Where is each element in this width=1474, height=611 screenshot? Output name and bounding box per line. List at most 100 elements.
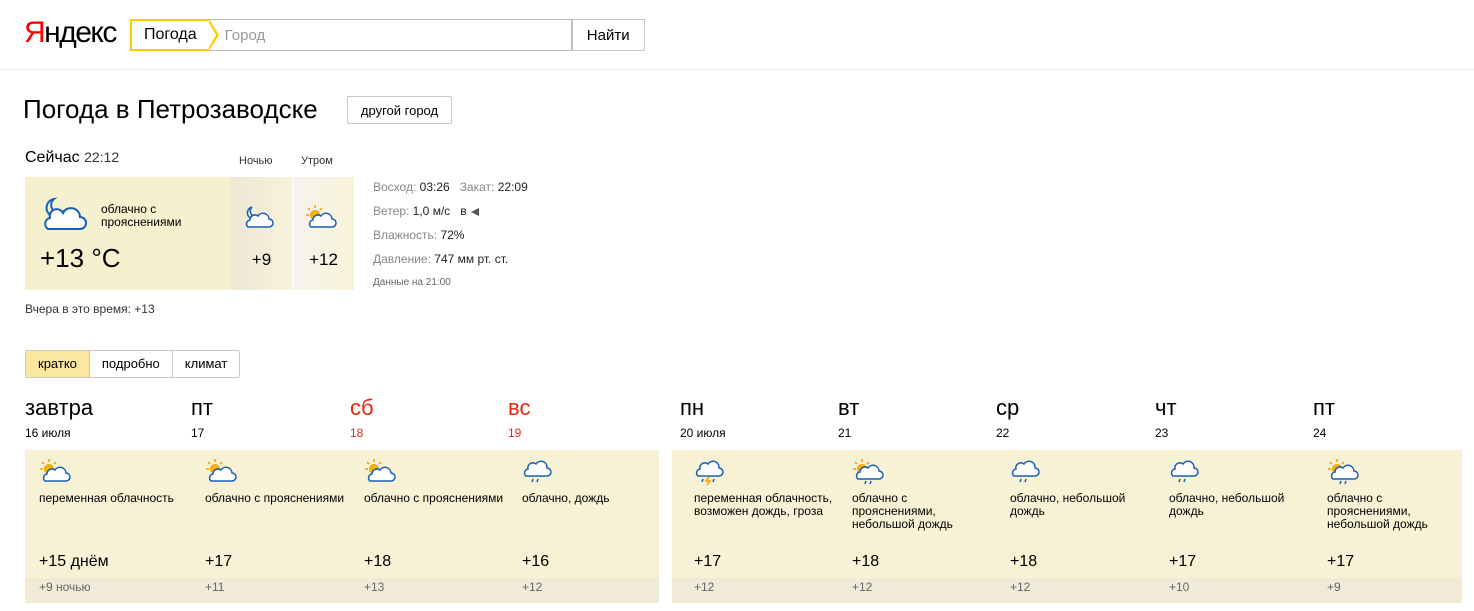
night-card: +9 bbox=[231, 177, 292, 290]
day-date: 20 июля bbox=[680, 426, 726, 440]
thunder-cloud-icon bbox=[694, 458, 726, 491]
day-header: завтра 16 июля bbox=[25, 394, 93, 440]
pressure-row: Давление: 747 мм рт. ст. bbox=[373, 252, 509, 266]
day-header: пт 24 bbox=[1313, 394, 1335, 440]
forecast-tabs: кратко подробно климат bbox=[25, 350, 241, 378]
wind-arrow-icon bbox=[470, 207, 479, 216]
day-weather-desc: облачно с прояснениями bbox=[205, 491, 345, 505]
day-name: ср bbox=[996, 395, 1020, 420]
day-temp: +18 bbox=[1010, 553, 1038, 570]
sun-times: Восход: 03:26 Закат: 22:09 bbox=[373, 180, 528, 194]
day-weather-desc: облачно с прояснениями, небольшой дождь bbox=[852, 491, 953, 531]
search-form: Погода Найти bbox=[130, 19, 645, 51]
forecast-night-band-week1 bbox=[25, 578, 659, 603]
day-weather-desc: облачно, небольшой дождь bbox=[1169, 491, 1285, 518]
day-date: 18 bbox=[350, 426, 364, 440]
search-service-tab[interactable]: Погода bbox=[130, 19, 219, 51]
tab-climate[interactable]: климат bbox=[172, 351, 240, 377]
data-timestamp: Данные на 21:00 bbox=[373, 277, 451, 288]
rain-cloud-icon bbox=[1169, 458, 1201, 491]
morning-temp: +12 bbox=[309, 250, 338, 269]
wind-speed: 1,0 м/с bbox=[412, 204, 451, 218]
current-temp: +13 °C bbox=[40, 243, 121, 273]
day-name: завтра bbox=[25, 395, 94, 420]
humidity-value: 72% bbox=[440, 228, 465, 242]
pressure-value: 747 мм рт. ст. bbox=[434, 252, 509, 266]
sun-rain-cloud-icon bbox=[1327, 458, 1359, 491]
humidity-row: Влажность: 72% bbox=[373, 228, 465, 242]
night-temp: +12 bbox=[522, 580, 543, 594]
sun-cloud-icon bbox=[364, 458, 396, 491]
day-date: 19 bbox=[508, 426, 522, 440]
day-temp: +18 bbox=[364, 553, 392, 570]
now-time: 22:12 bbox=[84, 149, 120, 165]
now-label: Сейчас 22:12 bbox=[25, 149, 120, 166]
weather-details: Восход: 03:26 Закат: 22:09 Ветер: 1,0 м/… bbox=[373, 179, 528, 299]
sun-cloud-icon bbox=[305, 204, 337, 235]
search-button[interactable]: Найти bbox=[571, 19, 645, 51]
day-name: пт bbox=[191, 395, 213, 420]
day-date: 17 bbox=[191, 426, 205, 440]
other-city-button[interactable]: другой город bbox=[347, 96, 452, 124]
day-header: пт 17 bbox=[191, 394, 213, 440]
tab-brief[interactable]: кратко bbox=[26, 351, 90, 377]
day-date: 24 bbox=[1313, 426, 1327, 440]
morning-card: +12 bbox=[293, 177, 354, 290]
night-temp: +9 bbox=[251, 250, 272, 269]
current-weather-desc: облачно с прояснениями bbox=[101, 202, 182, 229]
day-name: пн bbox=[680, 395, 705, 420]
rain-cloud-icon bbox=[522, 458, 554, 491]
sun-cloud-icon bbox=[205, 458, 237, 491]
day-header: чт 23 bbox=[1155, 394, 1177, 440]
day-name: сб bbox=[350, 395, 374, 420]
morning-label: Утром bbox=[301, 155, 333, 167]
forecast-night-band-week2 bbox=[672, 578, 1462, 603]
day-temp: +17 bbox=[694, 553, 722, 570]
header: Яндекс Погода Найти bbox=[0, 0, 1474, 70]
day-date: 16 июля bbox=[25, 426, 71, 440]
forecast: завтра 16 июля переменная облачность +15 дн… bbox=[0, 394, 1474, 611]
day-date: 21 bbox=[838, 426, 852, 440]
day-header: вт 21 bbox=[838, 394, 859, 440]
night-label: Ночью bbox=[239, 155, 273, 167]
day-temp: +18 bbox=[852, 553, 880, 570]
day-name: чт bbox=[1155, 395, 1177, 420]
day-weather-desc: облачно с прояснениями bbox=[364, 491, 504, 505]
day-header: сб 18 bbox=[350, 394, 374, 440]
wind-direction: в bbox=[460, 204, 467, 218]
day-header: ср 22 bbox=[996, 394, 1019, 440]
night-temp: +12 bbox=[852, 580, 873, 594]
moon-cloud-icon bbox=[40, 195, 90, 238]
night-temp: +12 bbox=[1010, 580, 1031, 594]
tab-detailed[interactable]: подробно bbox=[89, 351, 173, 377]
day-name: вт bbox=[838, 395, 860, 420]
moon-cloud-icon bbox=[243, 204, 275, 235]
day-temp: +16 bbox=[522, 553, 550, 570]
sun-cloud-icon bbox=[39, 458, 71, 491]
day-weather-desc: переменная облачность bbox=[39, 491, 174, 505]
day-temp: +17 bbox=[1327, 553, 1355, 570]
night-temp: +10 bbox=[1169, 580, 1190, 594]
day-weather-desc: облачно, небольшой дождь bbox=[1010, 491, 1126, 518]
day-weather-desc: облачно с прояснениями, небольшой дождь bbox=[1327, 491, 1428, 531]
wind-row: Ветер: 1,0 м/с в bbox=[373, 203, 528, 227]
sunset-time: 22:09 bbox=[497, 180, 528, 194]
day-temp: +17 bbox=[205, 553, 233, 570]
yandex-logo[interactable]: Яндекс bbox=[24, 13, 117, 53]
city-search-input[interactable] bbox=[208, 19, 572, 51]
yesterday-temp: Вчера в это время: +13 bbox=[25, 302, 155, 316]
night-temp: +9 ночью bbox=[39, 580, 91, 594]
day-weather-desc: переменная облачность, возможен дождь, г… bbox=[694, 491, 833, 518]
day-name: пт bbox=[1313, 395, 1335, 420]
night-temp: +9 bbox=[1327, 580, 1341, 594]
current-weather-card: облачно с прояснениями +13 °C bbox=[25, 177, 231, 290]
day-date: 22 bbox=[996, 426, 1010, 440]
night-temp: +13 bbox=[364, 580, 385, 594]
day-header: пн 20 июля bbox=[680, 394, 726, 440]
day-header: вс 19 bbox=[508, 394, 530, 440]
day-name: вс bbox=[508, 395, 531, 420]
night-temp: +12 bbox=[694, 580, 715, 594]
day-temp: +15 днём bbox=[39, 553, 109, 570]
sunrise-time: 03:26 bbox=[419, 180, 450, 194]
day-temp: +17 bbox=[1169, 553, 1197, 570]
